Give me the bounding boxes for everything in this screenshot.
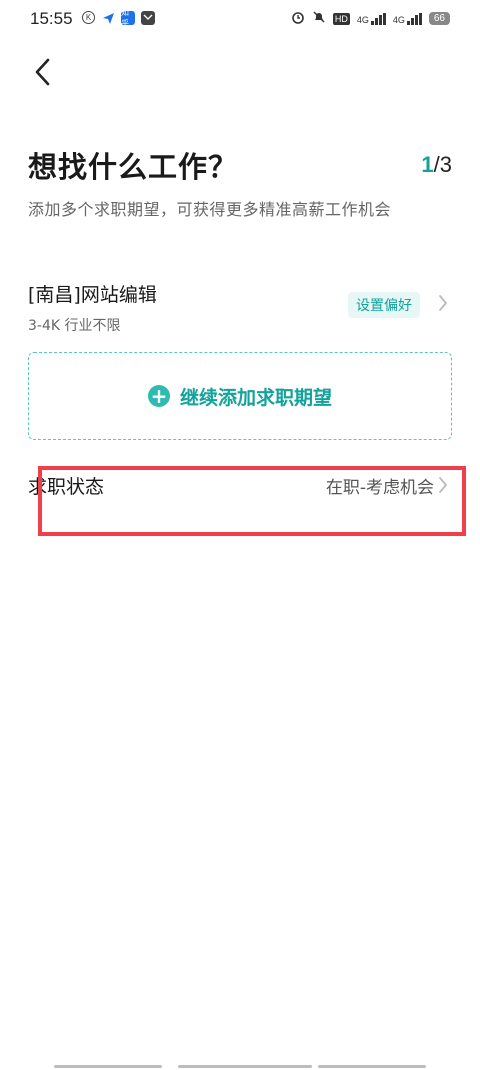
alarm-icon (291, 10, 305, 27)
add-expectation-button[interactable]: + 继续添加求职期望 (28, 352, 452, 440)
job-expectation-item[interactable]: [南昌]网站编辑 3-4K 行业不限 设置偏好 (28, 278, 452, 338)
step-current: 1 (421, 152, 434, 177)
battery-icon: 66 (428, 12, 450, 25)
mail-icon (141, 11, 155, 25)
notification-icons: K 知乎 (82, 8, 155, 28)
plus-circle-icon: + (147, 385, 170, 407)
gesture-bar-center (178, 1065, 312, 1068)
page-subtitle: 添加多个求职期望，可获得更多精准高薪工作机会 (28, 200, 392, 219)
status-time: 15:55 (30, 9, 73, 28)
system-status-icons: HD 4G 4G 66 (291, 10, 450, 27)
chevron-right-icon (439, 295, 447, 311)
gesture-bar-right (318, 1065, 426, 1068)
status-bar: 15:55 K 知乎 HD 4G 4G 66 (0, 0, 480, 38)
paper-plane-icon (101, 11, 115, 25)
gesture-bar-left (54, 1065, 162, 1068)
expectation-title: [南昌]网站编辑 (28, 284, 157, 306)
highlight-box (38, 466, 466, 536)
set-preference-button[interactable]: 设置偏好 (348, 292, 420, 318)
step-total: /3 (433, 152, 452, 177)
step-indicator: 1/3 (421, 152, 452, 178)
add-expectation-label: 继续添加求职期望 (179, 386, 332, 409)
mute-icon (312, 10, 326, 27)
signal-icon-2: 4G (393, 12, 422, 25)
signal-icon-1: 4G (357, 12, 386, 25)
page-title: 想找什么工作？ (28, 150, 239, 184)
chevron-left-icon (35, 58, 50, 86)
hd-icon: HD (332, 12, 350, 25)
back-button[interactable] (24, 52, 60, 92)
expectation-detail: 3-4K 行业不限 (28, 318, 121, 334)
zhihu-icon: 知乎 (121, 8, 135, 28)
k-icon: K (82, 11, 95, 24)
